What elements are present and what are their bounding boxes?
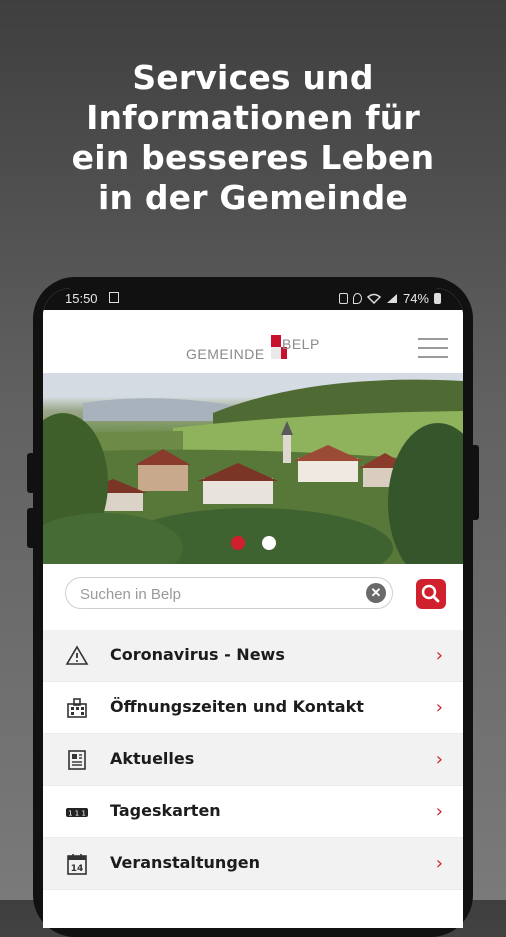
headline-line-2: Informationen für (86, 98, 420, 137)
app-screen: 15:50 74% GEMEINDE BELP Suchen in Belp ✕… (43, 288, 463, 928)
search-input[interactable] (78, 583, 362, 605)
warning-triangle-icon (65, 645, 89, 665)
hamburger-menu-icon[interactable] (418, 338, 448, 360)
building-icon (67, 698, 87, 718)
headline-line-4: in der Gemeinde (97, 178, 409, 217)
ticket-icon: 1 1 1 (66, 808, 88, 818)
chevron-right-icon: › (435, 749, 443, 770)
chevron-right-icon: › (435, 801, 443, 822)
chevron-right-icon: › (435, 645, 443, 666)
carousel-dot-1[interactable] (230, 536, 245, 550)
list-item-coronavirus-news[interactable]: Coronavirus - News › (43, 630, 463, 682)
list-item-label: Öffnungszeiten und Kontakt (110, 697, 364, 716)
hero-carousel-image[interactable] (43, 373, 463, 564)
mute-icon (338, 293, 348, 304)
carousel-dot-2[interactable] (261, 536, 276, 550)
search-icon (421, 584, 440, 603)
search-field[interactable]: ✕ (65, 577, 393, 609)
gemeinde-belp-logo[interactable]: GEMEINDE BELP (186, 332, 336, 364)
promo-headline: Services und Informationen für ein besse… (0, 58, 506, 218)
list-item-label: Veranstaltungen (110, 853, 261, 872)
chevron-right-icon: › (435, 697, 443, 718)
headline-line-3: ein besseres Leben (71, 138, 435, 177)
battery-icon (434, 293, 441, 304)
headline-line-1: Services und (132, 58, 374, 97)
calendar-icon: 14 (67, 854, 87, 875)
list-item-label: Aktuelles (110, 749, 195, 768)
search-row: ✕ (43, 564, 463, 630)
phone-side-button (27, 508, 35, 548)
battery-percent: 74% (402, 291, 429, 306)
phone-power-button (471, 445, 479, 520)
list-item-label: Coronavirus - News (110, 645, 285, 664)
signal-icon (386, 294, 397, 303)
logo-word-gemeinde: GEMEINDE (186, 346, 265, 362)
ticket-icon-text: 1 1 1 (68, 810, 86, 818)
search-button[interactable] (416, 579, 446, 609)
location-icon (352, 293, 362, 304)
status-time: 15:50 (65, 291, 98, 306)
clear-search-icon[interactable]: ✕ (366, 583, 386, 603)
chevron-right-icon: › (435, 853, 443, 874)
newspaper-icon (68, 750, 86, 770)
status-icons: 74% (338, 291, 441, 306)
list-item-tageskarten[interactable]: 1 1 1 Tageskarten › (43, 786, 463, 838)
wifi-icon (366, 293, 381, 304)
menu-list: Coronavirus - News › Öffnungszeiten und … (43, 630, 463, 890)
logo-word-belp: BELP (282, 336, 320, 352)
list-item-oeffnungszeiten[interactable]: Öffnungszeiten und Kontakt › (43, 682, 463, 734)
list-item-veranstaltungen[interactable]: 14 Veranstaltungen › (43, 838, 463, 890)
calendar-icon-day: 14 (71, 864, 84, 874)
logo-mark-grey (271, 347, 281, 359)
list-item-label: Tageskarten (110, 801, 221, 820)
app-bar: GEMEINDE BELP (43, 310, 463, 373)
logo-mark-red (271, 335, 281, 347)
list-item-aktuelles[interactable]: Aktuelles › (43, 734, 463, 786)
carousel-indicator (43, 536, 463, 550)
status-bar: 15:50 74% (43, 288, 463, 310)
screenshot-notification-icon (109, 292, 119, 303)
phone-volume-button (27, 453, 35, 493)
